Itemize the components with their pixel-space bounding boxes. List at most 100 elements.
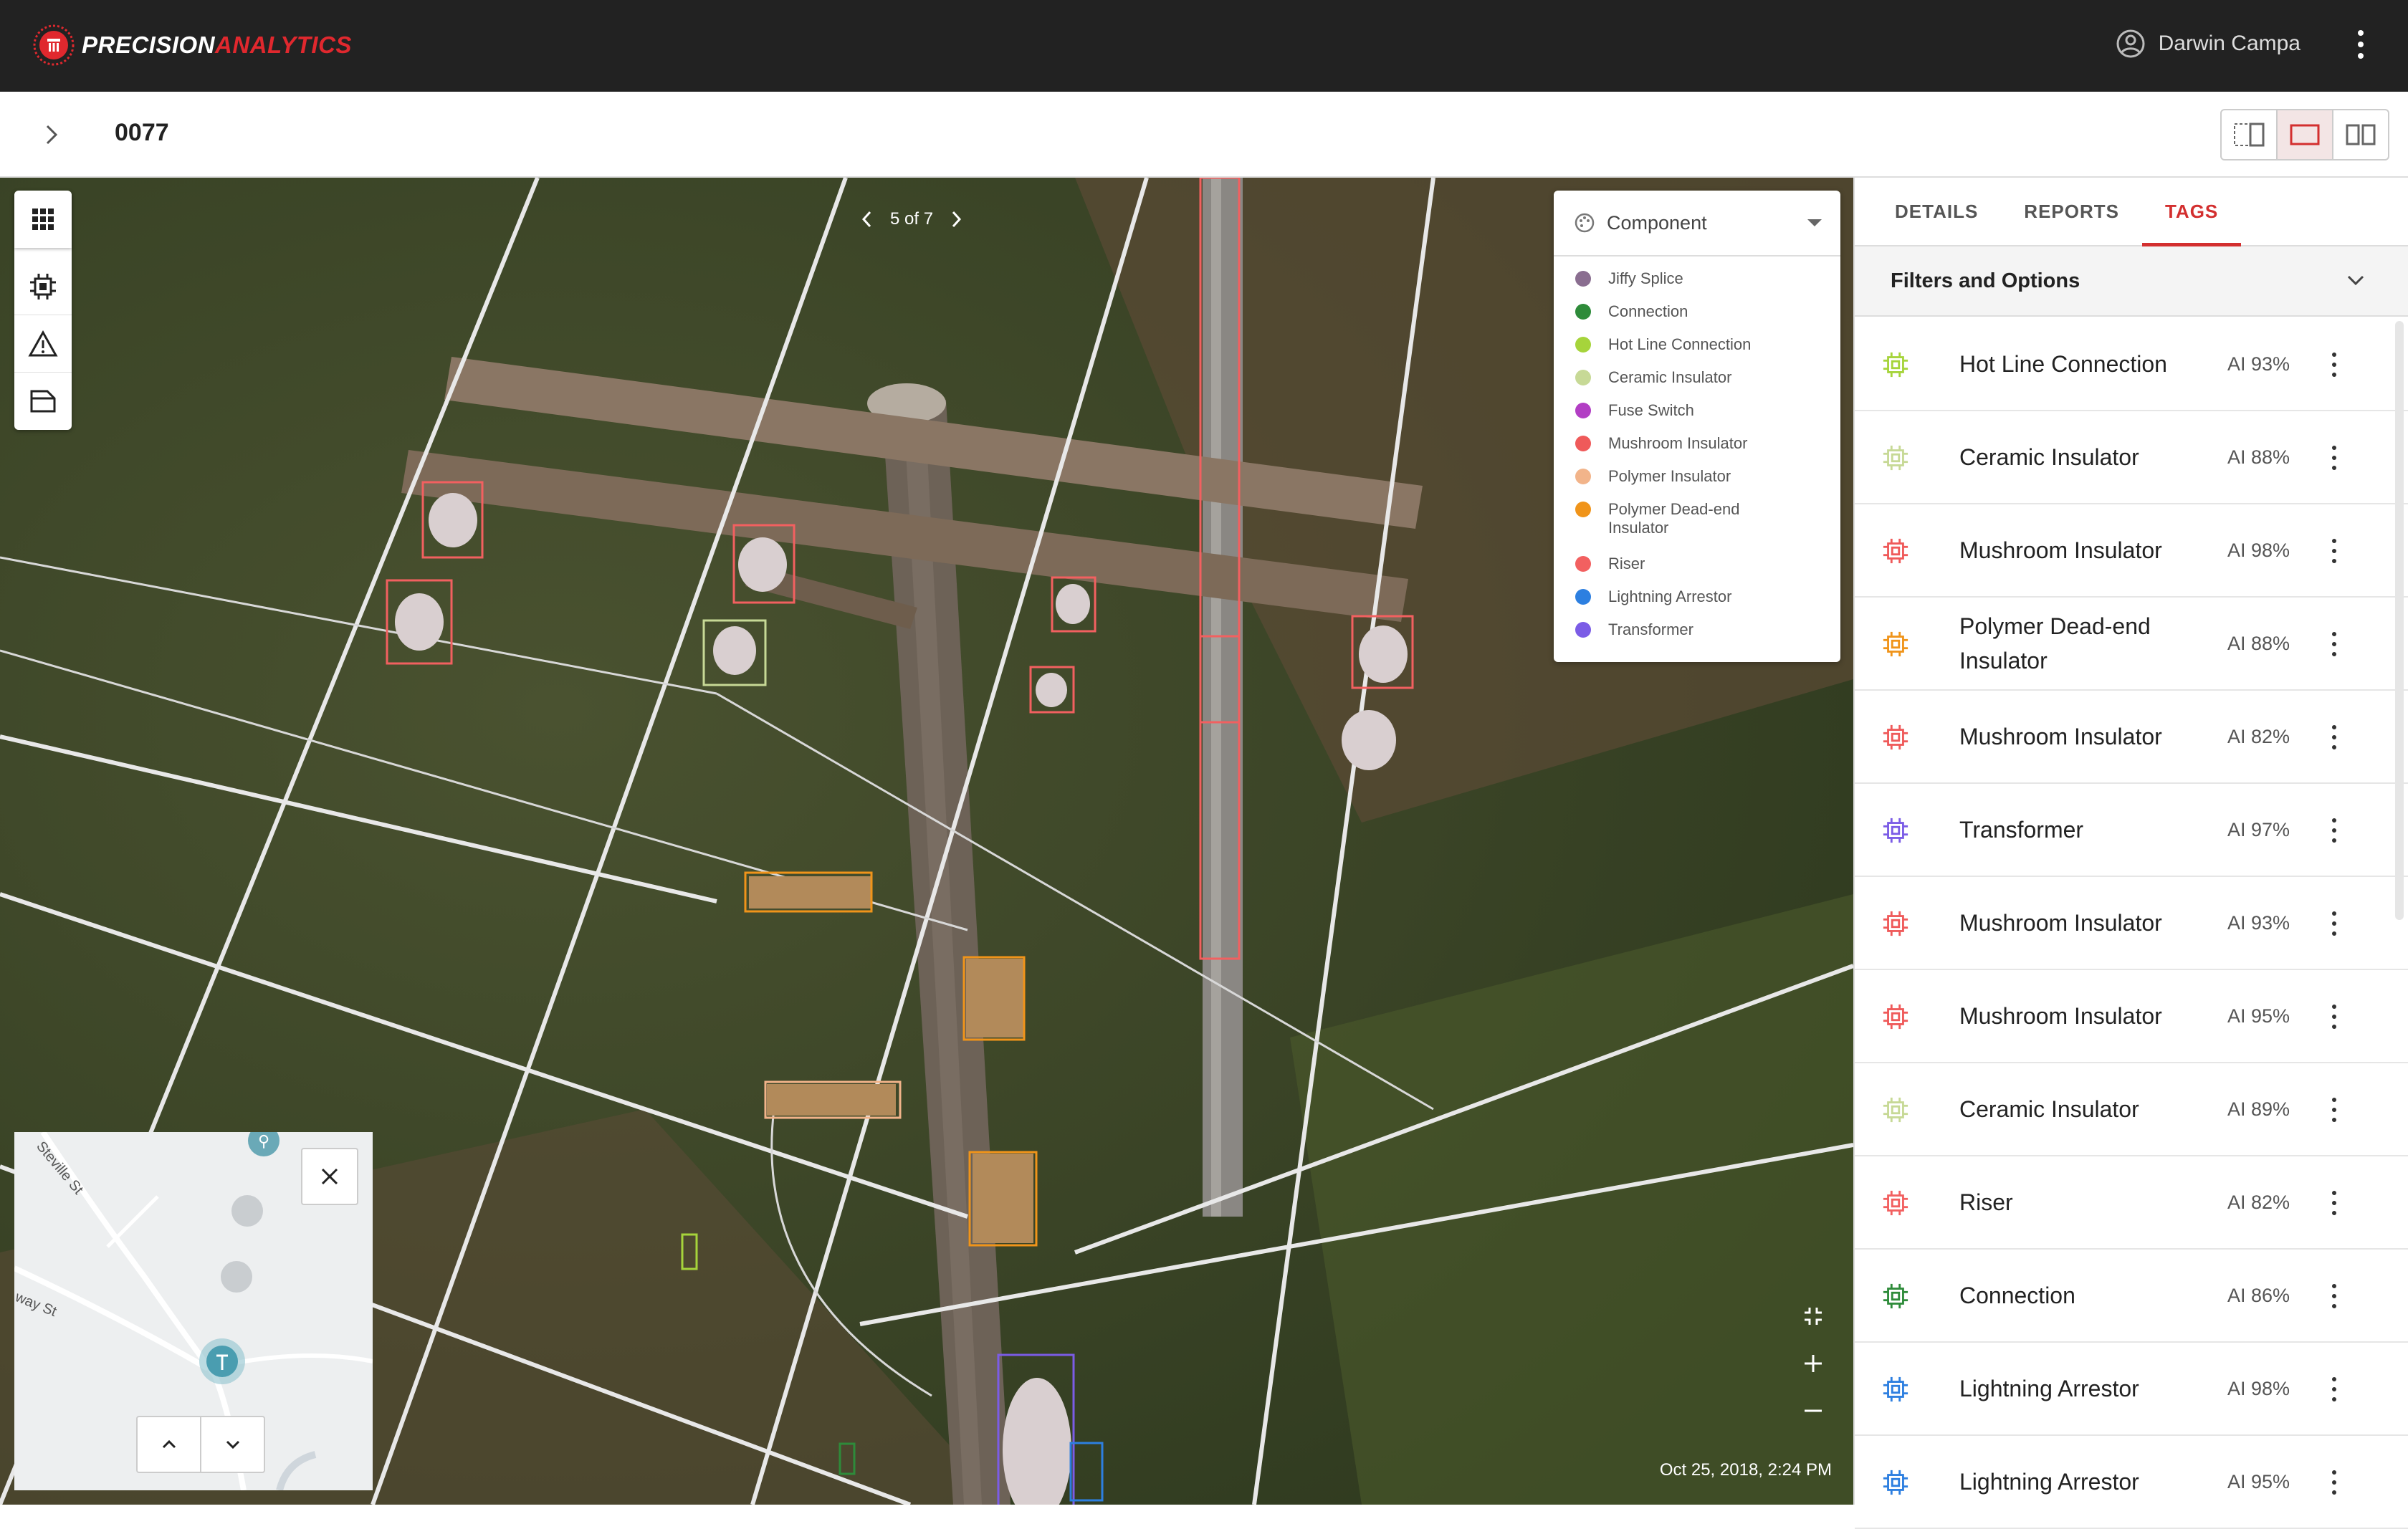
image-viewer[interactable]: 5 of 7 Component Jiffy Splice Connection H… [0,178,1853,1505]
grid-view-button[interactable] [14,191,72,248]
tag-name: Riser [1959,1189,2013,1215]
legend-swatch [1575,304,1591,320]
tab-tags[interactable]: TAGS [2141,178,2242,246]
tab-details[interactable]: DETAILS [1872,178,2001,245]
tag-name: Mushroom Insulator [1959,724,2162,749]
zoom-in-button[interactable] [1792,1340,1835,1387]
legend-swatch [1575,337,1591,353]
tag-row[interactable]: Ceramic Insulator AI 89% [1855,1063,2408,1156]
expand-sidebar-chevron-icon[interactable] [43,122,62,148]
legend-item[interactable]: Polymer Dead-end Insulator [1575,500,1840,555]
tag-more-icon[interactable] [2331,1191,2338,1215]
view-sidebar-left-button[interactable] [2222,110,2278,159]
legend-item-label: Ceramic Insulator [1608,368,1732,386]
previous-image-icon[interactable] [860,209,874,229]
tag-name: Polymer Dead-end Insulator [1959,613,2151,674]
tag-row[interactable]: Lightning Arrestor AI 95% [1855,1436,2408,1529]
pole-marker[interactable] [221,1261,252,1293]
tag-more-icon[interactable] [2331,1284,2338,1308]
tag-row[interactable]: Mushroom Insulator AI 98% [1855,504,2408,598]
tag-more-icon[interactable] [2331,911,2338,936]
filters-and-options-toggle[interactable]: Filters and Options [1855,246,2408,317]
minimap[interactable]: Steville St way St ⚲ [14,1132,373,1490]
next-image-icon[interactable] [949,209,963,229]
component-tool-button[interactable] [14,258,72,315]
tag-more-icon[interactable] [2331,353,2338,377]
legend-item[interactable]: Ceramic Insulator [1575,368,1840,401]
tag-name: Mushroom Insulator [1959,910,2162,936]
legend-swatch [1575,271,1591,287]
legend-dropdown[interactable]: Component [1554,191,1840,257]
fit-screen-button[interactable] [1792,1293,1835,1340]
legend-item[interactable]: Mushroom Insulator [1575,434,1840,467]
user-menu[interactable]: Darwin Campa [2116,29,2300,59]
legend-item[interactable]: Jiffy Splice [1575,269,1840,302]
tag-more-icon[interactable] [2331,818,2338,843]
legend-item[interactable]: Connection [1575,302,1840,335]
component-chip-icon [1882,537,1909,568]
asset-id-title: 0077 [115,119,169,146]
tag-row[interactable]: Ceramic Insulator AI 88% [1855,411,2408,504]
legend-item[interactable]: Riser [1575,555,1840,588]
component-chip-icon [1882,817,1909,848]
tag-row[interactable]: Mushroom Insulator AI 93% [1855,877,2408,970]
anomaly-tool-button[interactable] [14,315,72,373]
tag-name: Lightning Arrestor [1959,1469,2139,1495]
split-left-icon [2234,123,2265,147]
tab-reports[interactable]: REPORTS [2001,178,2142,245]
close-minimap-button[interactable] [301,1148,358,1205]
tag-row[interactable]: Mushroom Insulator AI 82% [1855,691,2408,784]
legend-swatch [1575,436,1591,451]
tag-ai-confidence: AI 88% [2227,446,2290,468]
current-pole-marker[interactable] [199,1338,245,1384]
warning-icon [28,330,58,356]
legend-item[interactable]: Fuse Switch [1575,401,1840,434]
minimap-up-button[interactable] [138,1417,201,1472]
label-tool-button[interactable] [14,373,72,430]
view-single-button[interactable] [2278,110,2333,159]
legend-item[interactable]: Lightning Arrestor [1575,588,1840,620]
tag-row[interactable]: Connection AI 86% [1855,1250,2408,1343]
zoom-controls [1792,1293,1835,1434]
legend-item-label: Polymer Dead-end Insulator [1608,500,1740,537]
tag-more-icon[interactable] [2331,446,2338,470]
tag-row[interactable]: Hot Line Connection AI 93% [1855,318,2408,411]
legend-item-label: Transformer [1608,620,1693,638]
legend-item-label: Fuse Switch [1608,401,1694,419]
legend-swatch [1575,370,1591,385]
more-menu-icon[interactable] [2355,30,2366,59]
tag-name: Ceramic Insulator [1959,444,2139,470]
tag-row[interactable]: Lightning Arrestor AI 98% [1855,1343,2408,1436]
legend-swatch [1575,502,1591,517]
tag-name: Hot Line Connection [1959,351,2167,377]
svg-text:⚲: ⚲ [258,1133,269,1151]
tag-more-icon[interactable] [2331,1470,2338,1495]
chip-icon [30,273,56,299]
legend-item[interactable]: Hot Line Connection [1575,335,1840,368]
tag-row[interactable]: Mushroom Insulator AI 95% [1855,970,2408,1063]
tag-more-icon[interactable] [2331,539,2338,563]
tag-more-icon[interactable] [2331,1098,2338,1122]
tag-name: Lightning Arrestor [1959,1376,2139,1401]
tag-more-icon[interactable] [2331,632,2338,656]
tag-list: Hot Line Connection AI 93% Ceramic Insulat… [1855,318,2408,1529]
legend-item[interactable]: Polymer Insulator [1575,467,1840,500]
tag-row[interactable]: Transformer AI 97% [1855,784,2408,877]
tag-more-icon[interactable] [2331,1005,2338,1029]
view-split-button[interactable] [2333,110,2388,159]
tag-ai-confidence: AI 95% [2227,1005,2290,1027]
minimap-down-button[interactable] [201,1417,264,1472]
brand-logo[interactable]: PRECISIONANALYTICS [33,24,352,66]
minus-icon [1805,1409,1822,1412]
tag-name: Transformer [1959,817,2084,843]
tag-list-scrollbar[interactable] [2395,321,2404,920]
tag-row[interactable]: Polymer Dead-end Insulator AI 88% [1855,598,2408,691]
tag-row[interactable]: Riser AI 82% [1855,1156,2408,1250]
tag-ai-confidence: AI 98% [2227,539,2290,561]
pole-marker[interactable] [231,1195,263,1227]
component-chip-icon [1882,1096,1909,1127]
tag-more-icon[interactable] [2331,1377,2338,1401]
zoom-out-button[interactable] [1792,1387,1835,1434]
tag-more-icon[interactable] [2331,725,2338,749]
legend-item[interactable]: Transformer [1575,620,1840,653]
